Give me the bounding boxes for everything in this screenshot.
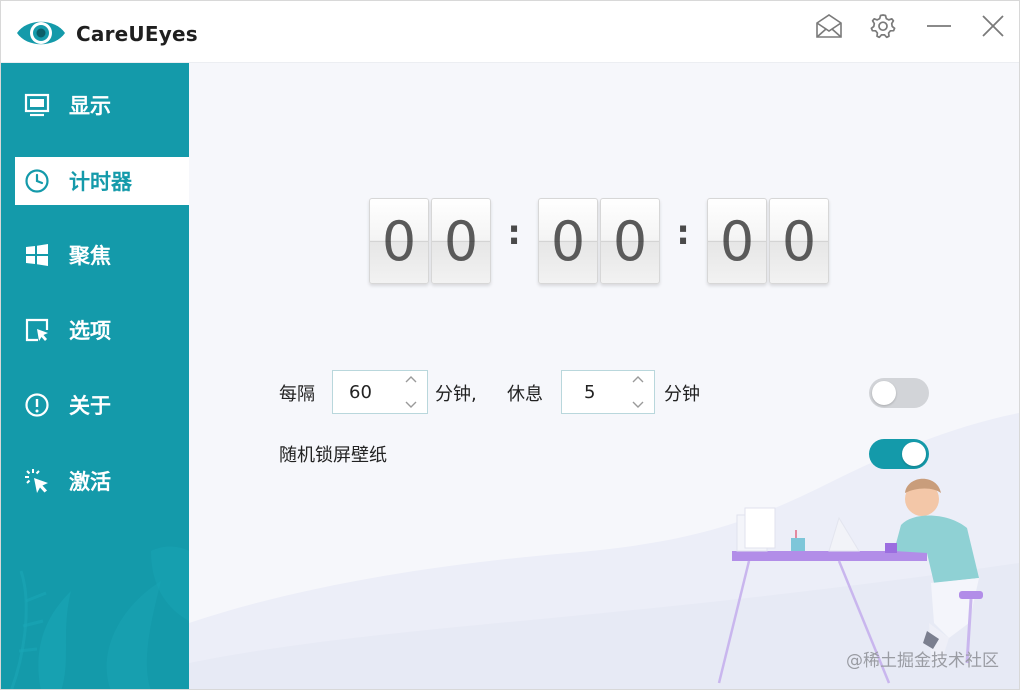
chevron-down-icon[interactable]	[405, 401, 417, 409]
sidebar-item-label: 激活	[69, 470, 111, 494]
clock-icon	[25, 169, 49, 193]
time-separator: :	[676, 213, 690, 253]
sidebar-item-label: 聚焦	[69, 244, 111, 268]
hours-tens-digit: 0	[369, 198, 429, 284]
rest-stepper[interactable]	[561, 370, 655, 414]
sidebar-item-label: 选项	[69, 319, 111, 343]
time-separator: :	[507, 213, 521, 253]
rest-input[interactable]	[562, 381, 622, 403]
timer-enable-toggle[interactable]	[869, 378, 929, 408]
settings-button[interactable]	[863, 9, 903, 43]
seconds-tens-digit: 0	[707, 198, 767, 284]
sidebar-item-label: 关于	[69, 394, 111, 418]
sparkle-cursor-icon	[25, 469, 48, 493]
cursor-box-icon	[25, 318, 49, 342]
mail-icon	[816, 14, 842, 38]
sidebar-item-timer[interactable]: 计时器	[15, 157, 189, 205]
chevron-down-icon[interactable]	[632, 401, 644, 409]
sidebar-item-activate[interactable]: 激活	[15, 457, 189, 505]
monitor-icon	[24, 93, 50, 117]
rest-unit-label: 分钟	[664, 384, 700, 405]
sidebar-item-focus[interactable]: 聚焦	[15, 231, 189, 279]
interval-input[interactable]	[333, 381, 393, 403]
close-button[interactable]	[973, 9, 1013, 43]
hours-ones-digit: 0	[431, 198, 491, 284]
random-wallpaper-label: 随机锁屏壁纸	[279, 445, 387, 466]
sidebar-item-label: 计时器	[69, 170, 132, 194]
info-icon	[25, 393, 49, 417]
sidebar-item-display[interactable]: 显示	[15, 81, 189, 129]
chevron-up-icon[interactable]	[632, 375, 644, 383]
eye-logo-icon	[17, 21, 65, 45]
watermark: @稀土掘金技术社区	[846, 651, 999, 671]
minutes-ones-digit: 0	[600, 198, 660, 284]
sidebar: 显示 计时器 聚焦 选项 关于 激活	[1, 63, 189, 689]
sidebar-item-options[interactable]: 选项	[15, 306, 189, 354]
mail-button[interactable]	[809, 9, 849, 43]
sidebar-item-label: 显示	[69, 94, 111, 118]
timer-panel: 0 0 : 0 0 : 0 0 每隔 分钟, 休息 分钟	[189, 63, 1019, 689]
minimize-icon	[927, 25, 951, 27]
interval-stepper[interactable]	[332, 370, 428, 414]
app-window: CareUEyes 显示 计时器 聚焦 选项 关于 激活 0 0: 0 0:…	[0, 0, 1020, 690]
close-icon	[982, 15, 1004, 37]
minimize-button[interactable]	[919, 9, 959, 43]
title-bar: CareUEyes	[1, 1, 1019, 63]
random-wallpaper-toggle[interactable]	[869, 439, 929, 469]
minutes-tens-digit: 0	[538, 198, 598, 284]
interval-unit-label: 分钟,	[435, 384, 477, 405]
gear-icon	[870, 14, 896, 39]
sidebar-item-about[interactable]: 关于	[15, 381, 189, 429]
app-title: CareUEyes	[76, 22, 198, 46]
toggle-knob	[902, 442, 926, 466]
leaf-decoration	[10, 546, 189, 689]
chevron-up-icon[interactable]	[405, 375, 417, 383]
toggle-knob	[872, 381, 896, 405]
interval-label: 每隔	[279, 384, 315, 405]
rest-label: 休息	[507, 384, 543, 405]
seconds-ones-digit: 0	[769, 198, 829, 284]
windows-icon	[26, 244, 48, 266]
